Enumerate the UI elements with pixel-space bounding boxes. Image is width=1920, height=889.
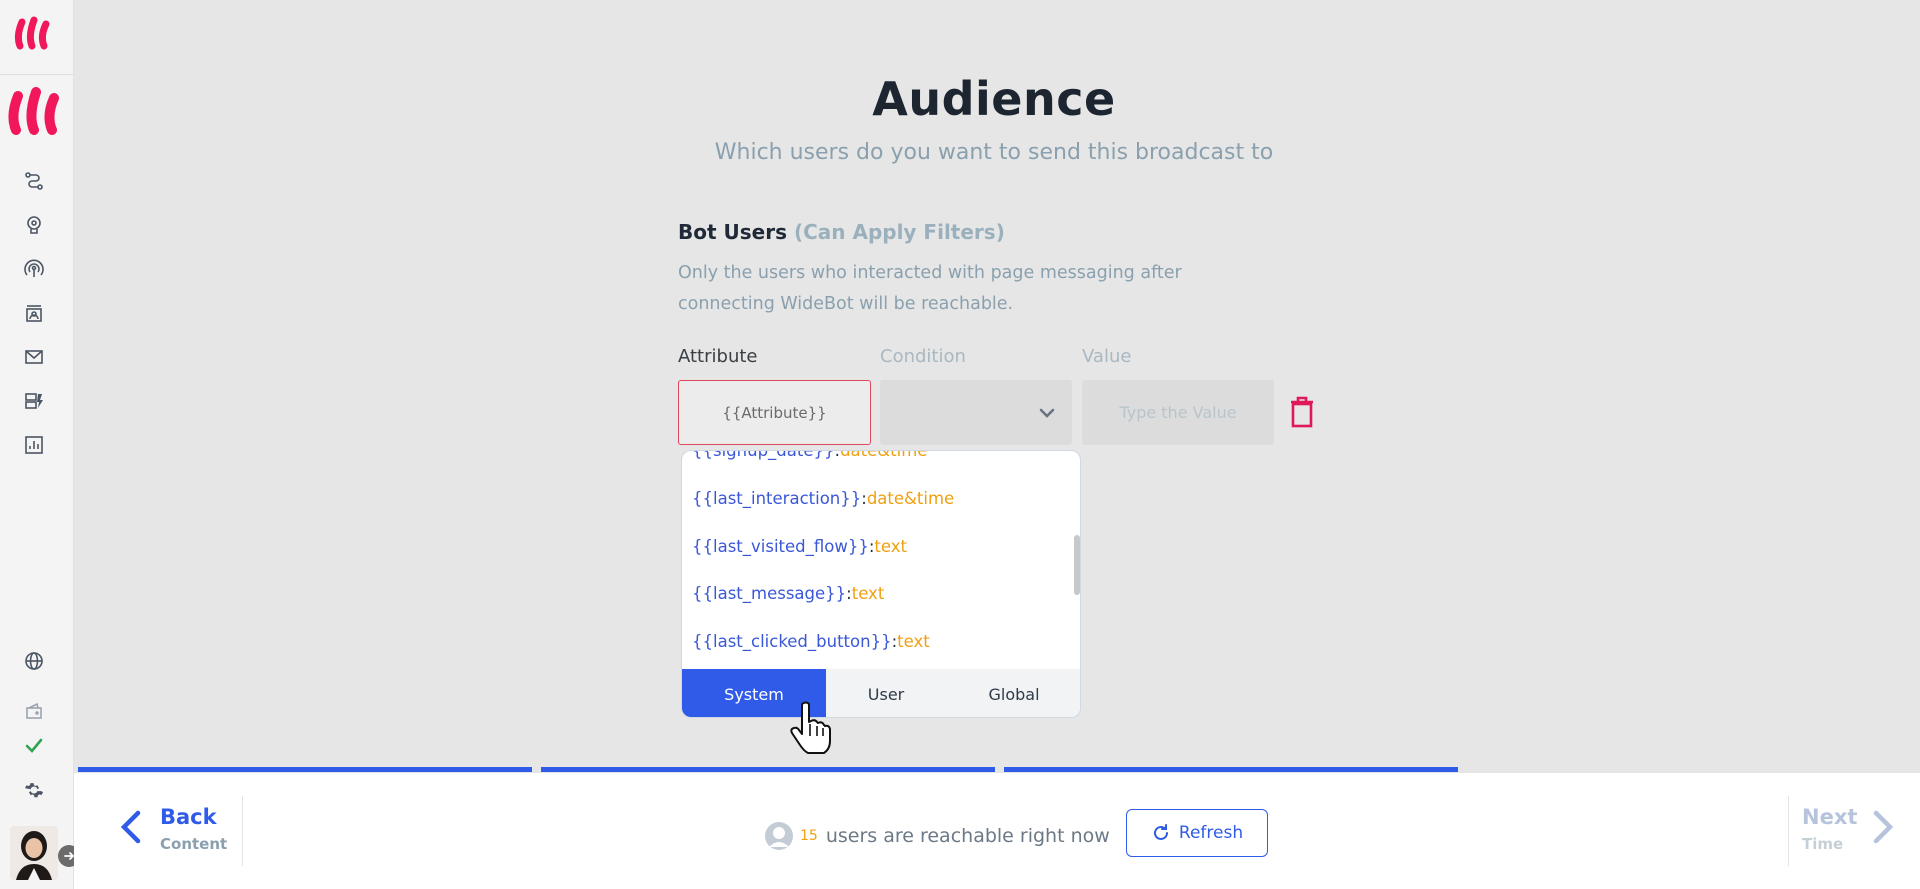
globe-icon[interactable]	[23, 650, 45, 672]
reachable-text: users are reachable right now	[825, 825, 1110, 847]
attribute-select[interactable]: {{Attribute}}	[678, 380, 871, 445]
user-avatar[interactable]	[10, 826, 58, 880]
progress-step-3	[1004, 767, 1458, 772]
footer-divider	[1788, 796, 1789, 866]
chevron-left-icon	[120, 810, 141, 844]
attribute-option[interactable]: {{last_interaction}}:date&time	[692, 489, 954, 508]
sidebar	[0, 0, 80, 889]
progress-step-1	[78, 767, 532, 772]
attribute-list[interactable]: {{signup_date}}:date&time {{last_interac…	[682, 451, 1080, 669]
next-step-name: Time	[1802, 835, 1844, 853]
page-title: Audience	[872, 72, 1116, 126]
user-icon	[765, 822, 793, 850]
refresh-button[interactable]: Refresh	[1126, 809, 1268, 857]
bot-users-hint: (Can Apply Filters)	[793, 220, 1005, 244]
wallet-icon[interactable]	[23, 700, 45, 722]
analytics-icon[interactable]	[23, 434, 45, 456]
back-button[interactable]: Back Content	[118, 801, 248, 859]
attribute-option[interactable]: {{last_message}}:text	[692, 584, 884, 603]
dropdown-scrollbar[interactable]	[1074, 535, 1080, 595]
attribute-scope-tabs: System User Global	[682, 669, 1080, 717]
flow-icon[interactable]	[23, 170, 45, 192]
gear-icon[interactable]	[23, 779, 45, 801]
value-label: Value	[1082, 346, 1132, 367]
refresh-icon	[1153, 824, 1168, 840]
delete-filter-icon[interactable]	[1289, 396, 1315, 428]
refresh-label: Refresh	[1178, 823, 1244, 843]
check-icon[interactable]	[23, 734, 45, 756]
bot-users-label: Bot Users	[678, 220, 787, 244]
footer-bar: Back Content 15 users are reachable righ…	[74, 773, 1920, 889]
attribute-option[interactable]: {{last_visited_flow}}:text	[692, 537, 907, 556]
attribute-label: Attribute	[678, 346, 758, 367]
mail-icon[interactable]	[23, 346, 45, 368]
progress-step-2	[541, 767, 995, 772]
attribute-dropdown[interactable]: {{signup_date}}:date&time {{last_interac…	[681, 450, 1081, 718]
brain-icon[interactable]	[23, 214, 45, 236]
reachable-count: 15	[800, 828, 818, 844]
tab-user[interactable]: User	[826, 669, 946, 717]
back-label: Back	[160, 805, 217, 829]
templates-icon[interactable]	[23, 390, 45, 412]
chevron-down-icon	[1039, 408, 1055, 418]
main-content: Audience Which users do you want to send…	[74, 0, 1920, 770]
page-subtitle: Which users do you want to send this bro…	[714, 140, 1274, 165]
value-input[interactable]	[1082, 380, 1274, 445]
contacts-icon[interactable]	[23, 303, 45, 325]
brand-logo-icon[interactable]	[12, 12, 52, 52]
tab-global[interactable]: Global	[946, 669, 1080, 717]
condition-select[interactable]	[880, 380, 1072, 445]
chevron-right-icon	[1873, 810, 1894, 844]
condition-label: Condition	[880, 346, 966, 367]
back-step-name: Content	[160, 835, 228, 853]
next-button[interactable]: Next Time	[1802, 801, 1902, 859]
bot-users-description: Only the users who interacted with page …	[678, 263, 1182, 314]
footer-divider	[242, 796, 243, 866]
workspace-logo-icon[interactable]	[4, 86, 64, 136]
reachable-users: 15 users are reachable right now	[764, 821, 1110, 851]
attribute-option[interactable]: {{signup_date}}:date&time	[692, 451, 927, 460]
next-label: Next	[1802, 805, 1858, 829]
broadcast-icon[interactable]	[23, 258, 45, 280]
hand-cursor-icon	[790, 701, 831, 754]
sidebar-divider	[0, 74, 74, 75]
bot-users-title: Bot Users (Can Apply Filters)	[678, 220, 1005, 244]
attribute-option[interactable]: {{last_clicked_button}}:text	[692, 632, 930, 651]
